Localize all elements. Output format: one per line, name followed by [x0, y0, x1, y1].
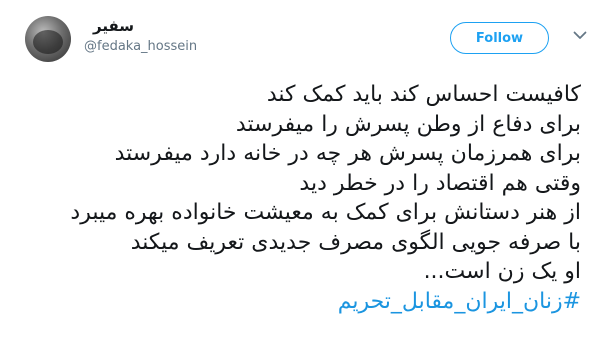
hashtag-link[interactable]: #زنان_ایران_مقابل_تحریم	[21, 287, 581, 317]
chevron-down-icon[interactable]	[569, 24, 591, 46]
follow-button[interactable]: Follow	[450, 22, 549, 54]
tweet-line: برای دفاع از وطن پسرش را میفرستد	[235, 111, 581, 137]
tweet-line: او یک زن است...	[423, 259, 581, 284]
author-display-name[interactable]: سفیر	[93, 17, 134, 35]
tweet-text: کافیست احساس کند باید کمک کند برای دفاع …	[21, 80, 581, 316]
tweet-line: کافیست احساس کند باید کمک کند	[266, 82, 581, 107]
tweet-line: از هنر دستانش برای کمک به معیشت خانواده …	[70, 200, 581, 225]
author-handle[interactable]: @fedaka_hossein	[84, 39, 197, 54]
avatar[interactable]	[25, 16, 71, 62]
tweet-line: با صرفه جویی الگوی مصرف جدیدی تعریف میکن…	[130, 229, 581, 255]
tweet-line: وقتی هم اقتصاد را در خطر دید	[299, 170, 581, 196]
tweet-line: برای همرزمان پسرش هر چه در خانه دارد میف…	[114, 141, 581, 166]
avatar-image	[33, 30, 63, 54]
